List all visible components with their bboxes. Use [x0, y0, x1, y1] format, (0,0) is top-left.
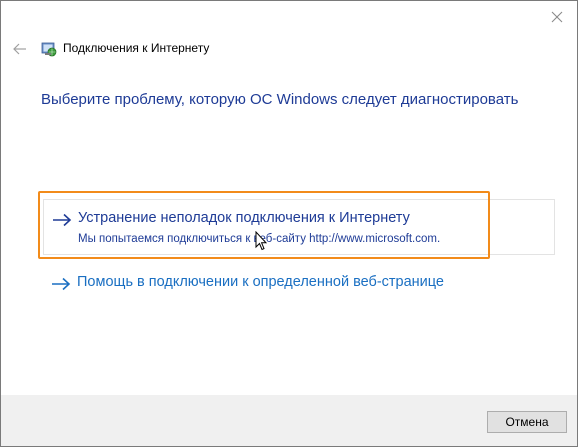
network-globe-icon [41, 42, 57, 57]
option-connect-webpage[interactable]: Помощь в подключении к определенной веб-… [43, 271, 555, 297]
dialog-window: Подключения к Интернету Выберите проблем… [0, 0, 578, 447]
option-description: Мы попытаемся подключиться к веб-сайту h… [78, 233, 441, 245]
page-heading: Выберите проблему, которую ОС Windows сл… [41, 91, 519, 108]
arrow-right-icon [53, 213, 72, 227]
option-title: Устранение неполадок подключения к Интер… [78, 210, 410, 226]
option-title: Помощь в подключении к определенной веб-… [77, 274, 444, 290]
arrow-left-icon [13, 43, 26, 55]
back-button[interactable] [11, 40, 29, 58]
cancel-button[interactable]: Отмена [487, 411, 567, 433]
title-bar [1, 1, 577, 31]
arrow-right-icon [52, 277, 71, 291]
window-title: Подключения к Интернету [63, 41, 210, 55]
header-row: Подключения к Интернету [1, 37, 577, 61]
close-button[interactable] [547, 7, 567, 27]
option-troubleshoot-connection[interactable]: Устранение неполадок подключения к Интер… [43, 199, 555, 255]
close-icon [551, 11, 563, 23]
dialog-footer: Отмена [1, 395, 577, 446]
